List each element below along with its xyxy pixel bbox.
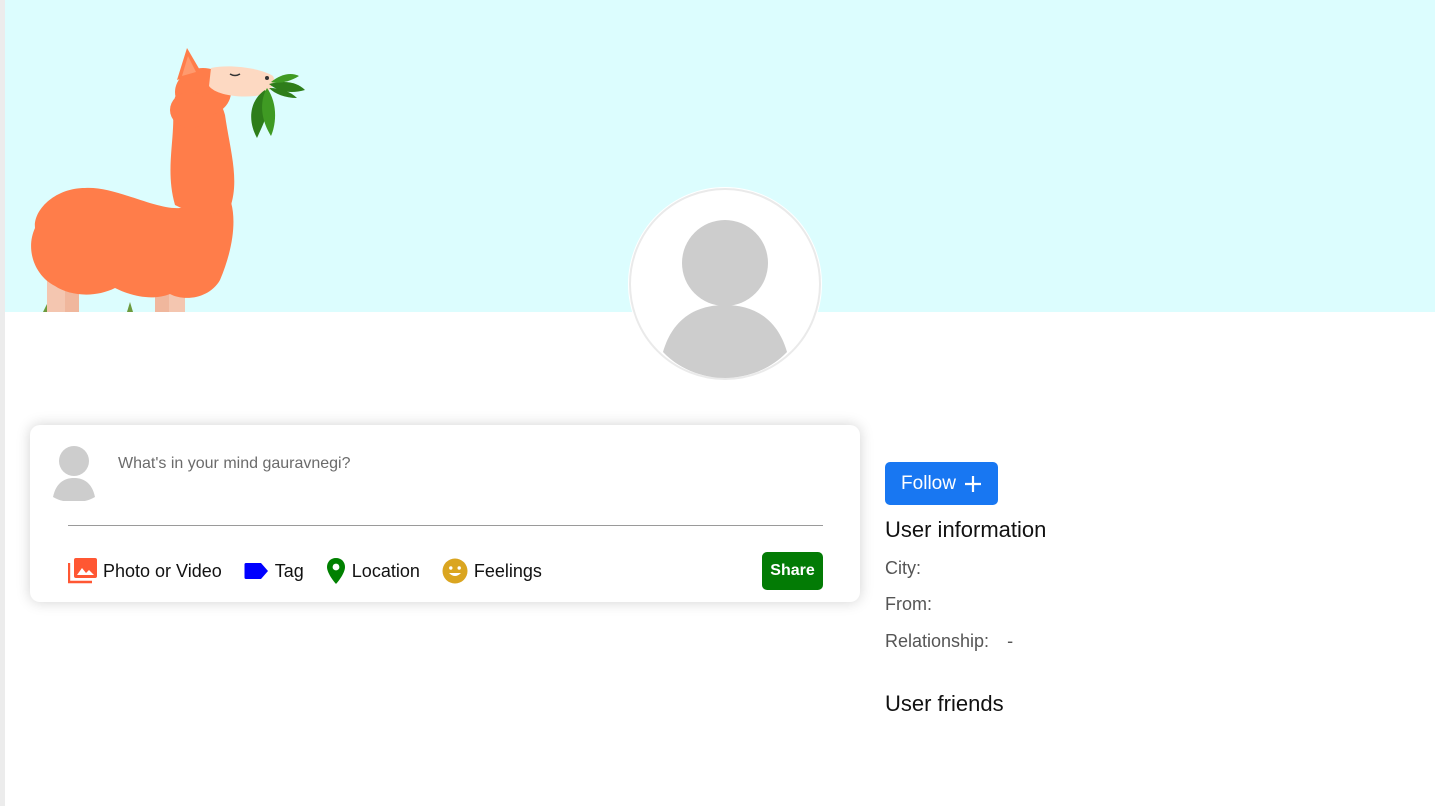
user-friends-title: User friends <box>885 691 1004 716</box>
follow-button[interactable]: Follow <box>885 462 998 505</box>
info-row-relationship: Relationship: - <box>885 631 1013 652</box>
info-key: Relationship: <box>885 631 990 651</box>
option-photo-video[interactable]: Photo or Video <box>68 558 222 584</box>
user-information-title: User information <box>885 517 1047 542</box>
share-post-card: Photo or Video Tag Location <box>30 425 860 602</box>
llama-illustration <box>31 48 305 312</box>
label-tag-icon <box>244 562 269 580</box>
share-input[interactable] <box>118 455 718 473</box>
option-feelings[interactable]: Feelings <box>442 558 542 584</box>
info-row-city: City: <box>885 558 939 579</box>
share-button[interactable]: Share <box>762 552 823 590</box>
option-label: Photo or Video <box>103 560 222 581</box>
option-label: Location <box>351 560 420 581</box>
user-avatar-small-icon <box>53 446 95 501</box>
info-key: From: <box>885 594 932 614</box>
option-label: Tag <box>274 560 304 581</box>
photo-library-icon <box>68 558 97 584</box>
info-row-from: From: <box>885 594 950 615</box>
profile-avatar[interactable] <box>628 187 822 381</box>
option-location[interactable]: Location <box>326 558 420 584</box>
info-value: - <box>1007 631 1014 651</box>
smiley-face-icon <box>442 558 468 584</box>
location-pin-icon <box>326 558 346 584</box>
follow-label: Follow <box>901 472 956 494</box>
info-key: City: <box>885 558 921 578</box>
option-tag[interactable]: Tag <box>244 561 304 582</box>
share-options: Photo or Video Tag Location Feelings <box>68 555 564 587</box>
share-divider <box>68 525 823 526</box>
plus-icon <box>964 475 981 492</box>
user-silhouette-icon <box>629 188 821 380</box>
option-label: Feelings <box>473 560 542 581</box>
